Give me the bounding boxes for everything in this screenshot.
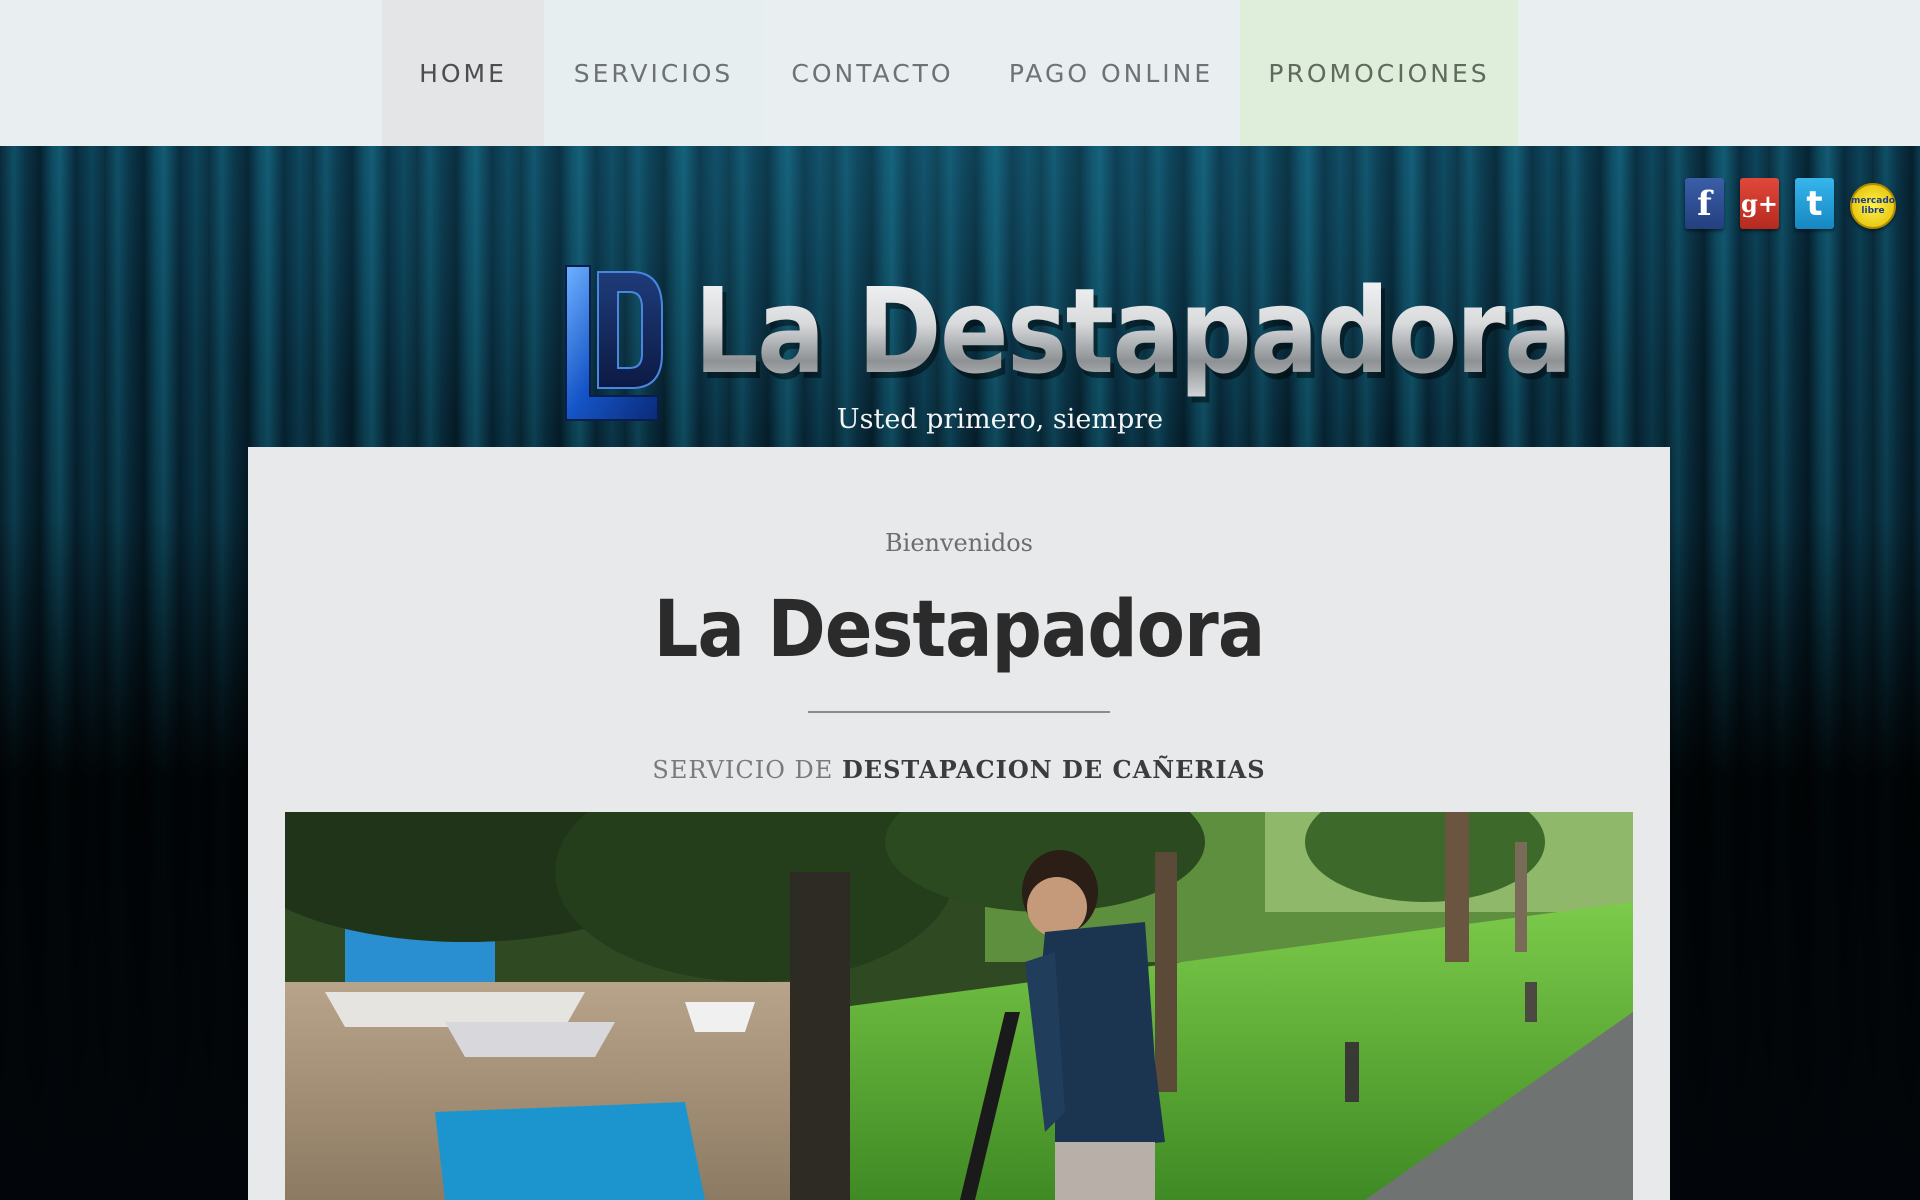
hero-photo bbox=[285, 812, 1633, 1200]
content-panel: Bienvenidos La Destapadora SERVICIO DE D… bbox=[248, 447, 1670, 1200]
mercadolibre-icon[interactable]: mercado libre bbox=[1850, 183, 1896, 229]
nav-item-home[interactable]: HOME bbox=[382, 0, 544, 146]
top-navigation: HOME SERVICIOS CONTACTO PAGO ONLINE PROM… bbox=[0, 0, 1920, 146]
google-plus-icon[interactable]: g+ bbox=[1740, 178, 1779, 229]
social-links: f g+ t mercado libre bbox=[1685, 178, 1896, 229]
tagline: Usted primero, siempre bbox=[836, 404, 1164, 435]
logo-mark-icon bbox=[565, 265, 663, 421]
nav-item-contacto[interactable]: CONTACTO bbox=[763, 0, 982, 146]
nav-item-servicios[interactable]: SERVICIOS bbox=[544, 0, 763, 146]
page-title: La Destapadora bbox=[653, 585, 1266, 675]
nav-item-pago-online[interactable]: PAGO ONLINE bbox=[982, 0, 1240, 146]
brand-title: La Destapadora bbox=[694, 256, 1573, 406]
welcome-text: Bienvenidos bbox=[885, 529, 1033, 557]
service-subtitle: SERVICIO DE DESTAPACION DE CAÑERIAS bbox=[248, 755, 1670, 784]
facebook-icon[interactable]: f bbox=[1685, 178, 1724, 229]
nav-item-promociones[interactable]: PROMOCIONES bbox=[1240, 0, 1518, 146]
nav-menu: HOME SERVICIOS CONTACTO PAGO ONLINE PROM… bbox=[382, 0, 1518, 146]
twitter-icon[interactable]: t bbox=[1795, 178, 1834, 229]
subtitle-prefix: SERVICIO DE bbox=[652, 756, 834, 784]
subtitle-strong: DESTAPACION DE CAÑERIAS bbox=[841, 755, 1266, 784]
title-divider bbox=[808, 711, 1110, 713]
photo-illustration bbox=[285, 812, 1633, 1200]
